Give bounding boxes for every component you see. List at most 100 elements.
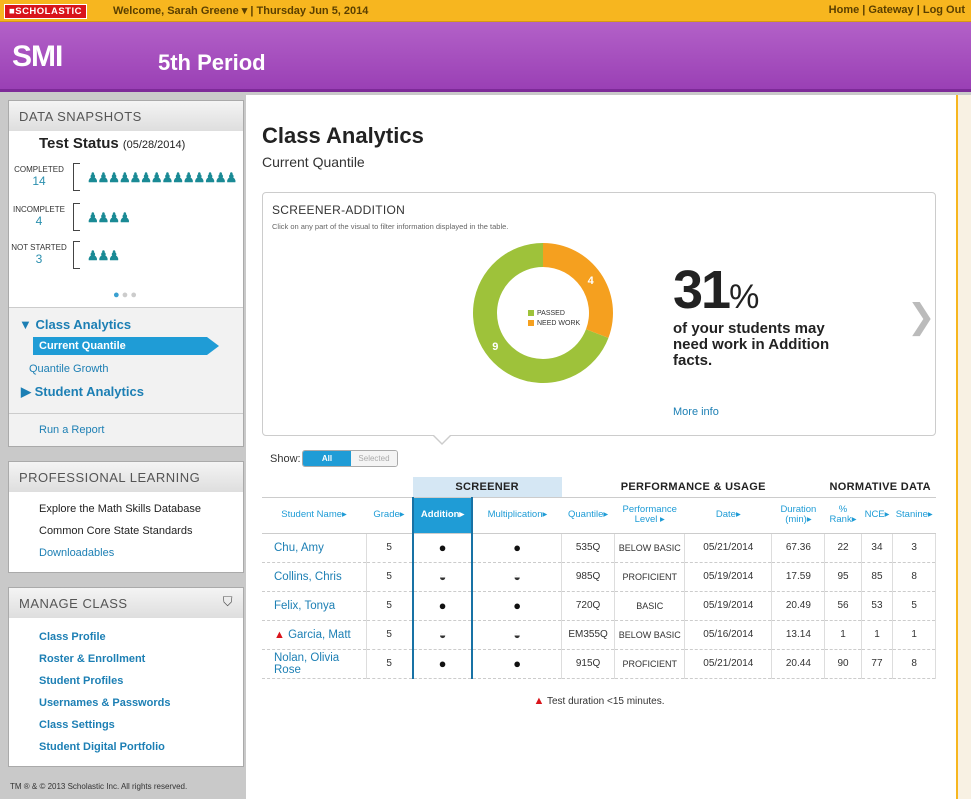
sidebar: DATA SNAPSHOTS Test Status (05/28/2014) …: [8, 100, 244, 777]
screener-card: SCREENER-ADDITION Click on any part of t…: [262, 192, 936, 436]
date-cell: 05/21/2014: [684, 649, 773, 679]
class-period-title: 5th Period: [158, 50, 266, 75]
duration-cell: 67.36: [771, 533, 826, 563]
screener-instruction: Click on any part of the visual to filte…: [272, 222, 509, 231]
rank-cell: 1: [824, 620, 862, 650]
chevron-right-icon[interactable]: ❯: [907, 297, 936, 337]
explore-math-skills-link[interactable]: Explore the Math Skills Database: [9, 498, 243, 520]
col-student-name[interactable]: Student Name▸: [262, 496, 367, 534]
student-digital-portfolio-link[interactable]: Student Digital Portfolio: [9, 736, 243, 758]
addition-cell: ●: [411, 533, 474, 563]
page-title: Class Analytics: [262, 123, 424, 148]
nav-current-quantile[interactable]: Current Quantile: [33, 337, 219, 355]
nav-quantile-growth[interactable]: Quantile Growth: [9, 355, 243, 379]
table-row[interactable]: Chu, Amy 5 ● ● 535Q BELOW BASIC 05/21/2014 67.3…: [262, 533, 936, 563]
col-rank[interactable]: % Rank▸: [824, 496, 862, 534]
copyright: TM ® & © 2013 Scholastic Inc. All rights…: [10, 782, 188, 791]
col-duration[interactable]: Duration (min)▸: [771, 496, 825, 534]
incomplete-row[interactable]: INCOMPLETE 4 ♟♟♟♟: [9, 203, 229, 239]
nce-cell: 53: [861, 591, 894, 621]
quantile-cell: 985Q: [561, 562, 616, 592]
table-row[interactable]: ▲ Garcia, Matt 5 ◒ ◒ EM355Q BELOW BASIC 05/16/…: [262, 620, 936, 650]
class-profile-link[interactable]: Class Profile: [9, 626, 243, 648]
toggle-all[interactable]: All: [303, 451, 351, 466]
slice-value-label: 4: [588, 275, 595, 287]
test-status-snapshot[interactable]: Test Status (05/28/2014) COMPLETED 14 ♟♟…: [9, 131, 243, 307]
stanine-cell: 1: [892, 620, 936, 650]
welcome-user-menu[interactable]: Welcome, Sarah Greene ▾ | Thursday Jun 5…: [113, 4, 368, 17]
performance-level-cell: BELOW BASIC: [614, 533, 686, 563]
multiplication-cell: ●: [472, 591, 563, 621]
class-settings-link[interactable]: Class Settings: [9, 714, 243, 736]
roster-enrollment-link[interactable]: Roster & Enrollment: [9, 648, 243, 670]
show-toggle[interactable]: All Selected: [302, 450, 398, 467]
col-quantile[interactable]: Quantile▸: [561, 496, 615, 534]
completed-row[interactable]: COMPLETED 14 ♟♟♟♟♟♟♟♟♟♟♟♟♟♟: [9, 163, 237, 199]
nce-cell: 77: [861, 649, 894, 679]
duration-cell: 13.14: [771, 620, 826, 650]
manage-class-title: MANAGE CLASS ⛉: [9, 588, 243, 618]
legend-need-work: NEED WORK: [528, 319, 580, 329]
table-row[interactable]: Collins, Chris 5 ◒ ◒ 985Q PROFICIENT 05/19/201…: [262, 562, 936, 592]
duration-cell: 20.49: [771, 591, 826, 621]
date-cell: 05/21/2014: [684, 533, 773, 563]
not-started-row[interactable]: NOT STARTED 3 ♟♟♟: [9, 241, 229, 277]
student-name[interactable]: Felix, Tonya: [262, 591, 367, 621]
students-table: SCREENER PERFORMANCE & USAGE NORMATIVE D…: [262, 477, 936, 679]
shield-icon[interactable]: ⛉: [223, 594, 233, 610]
student-name[interactable]: Collins, Chris: [262, 562, 367, 592]
manage-class-panel: MANAGE CLASS ⛉ Class Profile Roster & En…: [8, 587, 244, 767]
duration-footnote: ▲ Test duration <15 minutes.: [533, 695, 665, 707]
rank-cell: 22: [824, 533, 862, 563]
app-header: SMI 5th Period: [0, 22, 971, 92]
col-stanine[interactable]: Stanine▸: [892, 496, 936, 534]
percent-statement: of your students may need work in Additi…: [673, 320, 830, 369]
run-report-link[interactable]: Run a Report: [9, 414, 243, 440]
carousel-dots[interactable]: ●●●: [9, 289, 243, 301]
stanine-cell: 8: [892, 649, 936, 679]
scholastic-logo[interactable]: ■SCHOLASTIC: [4, 4, 87, 19]
grade-cell: 5: [366, 620, 414, 650]
top-links[interactable]: Home | Gateway | Log Out: [829, 4, 965, 16]
rank-cell: 90: [824, 649, 862, 679]
rank-cell: 95: [824, 562, 862, 592]
student-name[interactable]: ▲ Garcia, Matt: [262, 620, 367, 650]
toggle-selected[interactable]: Selected: [351, 451, 397, 466]
performance-level-cell: PROFICIENT: [614, 562, 686, 592]
performance-level-cell: BASIC: [614, 591, 686, 621]
downloadables-link[interactable]: Downloadables: [9, 542, 243, 564]
warning-icon: ▲: [533, 695, 545, 707]
smi-logo[interactable]: SMI: [12, 40, 63, 74]
student-profiles-link[interactable]: Student Profiles: [9, 670, 243, 692]
more-info-link[interactable]: More info: [673, 406, 719, 418]
table-row[interactable]: Felix, Tonya 5 ● ● 720Q BASIC 05/19/2014 20.49 5…: [262, 591, 936, 621]
data-snapshots-panel: DATA SNAPSHOTS Test Status (05/28/2014) …: [8, 100, 244, 447]
top-bar: ■SCHOLASTIC Welcome, Sarah Greene ▾ | Th…: [0, 0, 971, 22]
test-status-heading: Test Status (05/28/2014): [39, 135, 186, 152]
student-name[interactable]: Nolan, Olivia Rose: [262, 649, 367, 679]
col-grade[interactable]: Grade▸: [366, 496, 413, 534]
completed-people-icons: ♟♟♟♟♟♟♟♟♟♟♟♟♟♟: [87, 170, 237, 185]
col-addition[interactable]: Addition▸: [411, 496, 474, 534]
donut-legend: PASSED NEED WORK: [528, 309, 580, 329]
quantile-cell: EM355Q: [561, 620, 616, 650]
table-row[interactable]: Nolan, Olivia Rose 5 ● ● 915Q PROFICIENT 05/21…: [262, 649, 936, 679]
usernames-passwords-link[interactable]: Usernames & Passwords: [9, 692, 243, 714]
stanine-cell: 5: [892, 591, 936, 621]
col-date[interactable]: Date▸: [684, 496, 772, 534]
page-subtitle: Current Quantile: [262, 154, 365, 170]
right-scroll-strip[interactable]: [956, 95, 971, 799]
percent-value: 31%: [673, 260, 759, 320]
col-performance-level[interactable]: Performance Level ▸: [614, 496, 685, 534]
col-multiplication[interactable]: Multiplication▸: [472, 496, 562, 534]
grade-cell: 5: [366, 591, 414, 621]
stanine-cell: 8: [892, 562, 936, 592]
not-started-people-icons: ♟♟♟: [87, 248, 120, 263]
common-core-link[interactable]: Common Core State Standards: [9, 520, 243, 542]
nav-class-analytics[interactable]: ▼ Class Analytics: [9, 312, 243, 337]
col-nce[interactable]: NCE▸: [861, 496, 893, 534]
student-name[interactable]: Chu, Amy: [262, 533, 367, 563]
nce-cell: 85: [861, 562, 894, 592]
duration-cell: 20.44: [771, 649, 826, 679]
nav-student-analytics[interactable]: ▶ Student Analytics: [9, 379, 243, 405]
